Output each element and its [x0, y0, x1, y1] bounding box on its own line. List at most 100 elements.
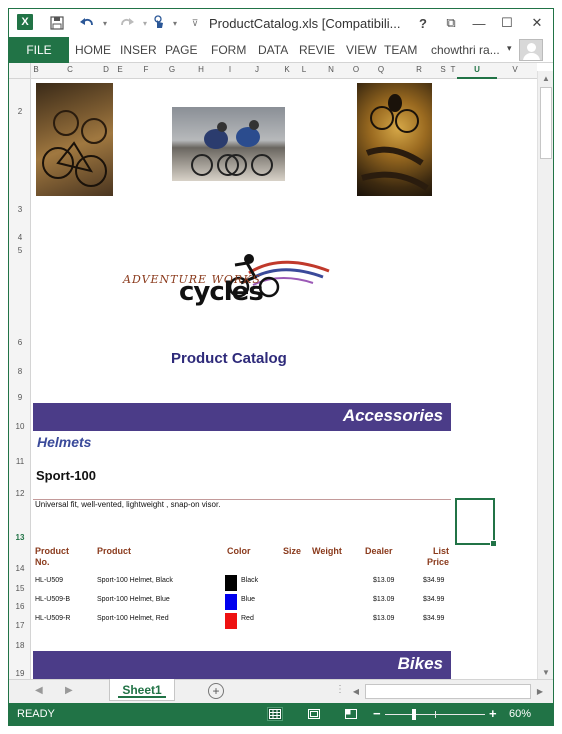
row-header[interactable]: 3 — [9, 205, 31, 214]
color-swatch-blue[interactable] — [225, 594, 237, 610]
sheet-tab-sheet1[interactable]: Sheet1 — [109, 679, 175, 701]
user-avatar[interactable] — [519, 39, 543, 61]
horizontal-scrollbar[interactable] — [365, 684, 531, 699]
color-swatch-red[interactable] — [225, 613, 237, 629]
tab-team[interactable]: TEAM — [384, 43, 417, 57]
cell-dealer[interactable]: $13.09 — [373, 615, 394, 622]
column-header-selected[interactable]: U — [457, 65, 497, 79]
tab-review[interactable]: REVIE — [299, 43, 335, 57]
header-color[interactable]: Color — [227, 546, 251, 557]
cyclists-racing-photo[interactable] — [172, 107, 285, 181]
tab-split-handle-icon[interactable]: ⋮ — [335, 684, 345, 695]
select-all-corner[interactable] — [9, 63, 31, 79]
active-cell-selection[interactable] — [455, 498, 497, 547]
ribbon-display-options-icon[interactable]: ⧉ — [437, 13, 465, 33]
column-header[interactable]: I — [223, 65, 237, 74]
header-list-price[interactable]: List Price — [423, 546, 449, 568]
row-header[interactable]: 4 — [9, 233, 31, 242]
save-icon[interactable] — [47, 13, 67, 33]
column-header[interactable]: G — [165, 65, 179, 74]
scroll-right-arrow-icon[interactable]: ▶ — [533, 684, 547, 699]
cell-product[interactable]: Sport-100 Helmet, Blue — [97, 596, 170, 603]
row-header[interactable]: 14 — [9, 564, 31, 573]
cell-color[interactable]: Black — [241, 577, 258, 584]
tab-view[interactable]: VIEW — [346, 43, 377, 57]
vertical-scrollbar[interactable]: ▲ ▼ — [537, 71, 553, 679]
row-header[interactable]: 15 — [9, 584, 31, 593]
new-sheet-button[interactable]: + — [208, 683, 224, 699]
undo-icon[interactable] — [77, 13, 97, 33]
next-sheet-icon[interactable]: ▶ — [65, 685, 73, 696]
row-header-selected[interactable]: 13 — [9, 533, 31, 542]
cell-product[interactable]: Sport-100 Helmet, Red — [97, 615, 169, 622]
close-button[interactable]: ✕ — [523, 13, 551, 33]
row-header[interactable]: 8 — [9, 367, 31, 376]
cell-product-no[interactable]: HL-U509 — [35, 577, 63, 584]
adventure-works-logo[interactable]: ADVENTURE WORKS cycles — [123, 247, 333, 317]
worksheet-grid[interactable]: ADVENTURE WORKS cycles Product Catalog A… — [31, 79, 537, 679]
cell-color[interactable]: Blue — [241, 596, 255, 603]
redo-icon[interactable] — [117, 13, 137, 33]
header-product[interactable]: Product — [97, 546, 131, 557]
header-product-no[interactable]: Product No. — [35, 546, 69, 568]
normal-view-icon[interactable] — [267, 707, 283, 721]
column-header[interactable]: L — [297, 65, 311, 74]
cell-product-no[interactable]: HL-U509-B — [35, 596, 70, 603]
page-layout-view-icon[interactable] — [306, 707, 322, 721]
column-header[interactable]: J — [237, 65, 277, 74]
tab-file[interactable]: FILE — [9, 37, 69, 63]
column-header[interactable]: O — [351, 65, 361, 74]
help-button[interactable]: ? — [409, 13, 437, 33]
row-header[interactable]: 2 — [9, 107, 31, 116]
cell-list-price[interactable]: $34.99 — [423, 577, 444, 584]
zoom-out-button[interactable]: − — [373, 706, 381, 721]
color-swatch-black[interactable] — [225, 575, 237, 591]
row-header[interactable]: 19 — [9, 669, 31, 678]
column-header[interactable]: D — [99, 65, 113, 74]
cell-product[interactable]: Sport-100 Helmet, Black — [97, 577, 173, 584]
column-header[interactable]: K — [277, 65, 297, 74]
scroll-down-arrow-icon[interactable]: ▼ — [538, 665, 554, 679]
cyclists-sunset-photo[interactable] — [357, 83, 432, 196]
user-dropdown-icon[interactable]: ▾ — [507, 43, 512, 54]
tab-home[interactable]: HOME — [75, 43, 111, 57]
user-account-name[interactable]: chowthri ra... — [431, 43, 500, 57]
row-header[interactable]: 12 — [9, 489, 31, 498]
row-header[interactable]: 5 — [9, 246, 31, 255]
touch-dropdown-icon[interactable]: ▾ — [165, 13, 185, 33]
vertical-scroll-thumb[interactable] — [540, 87, 552, 159]
row-header[interactable]: 10 — [9, 422, 31, 431]
maximize-button[interactable]: ☐ — [493, 13, 521, 33]
product-name[interactable]: Sport-100 — [36, 468, 96, 483]
cell-list-price[interactable]: $34.99 — [423, 596, 444, 603]
header-dealer[interactable]: Dealer — [365, 546, 393, 557]
column-header[interactable]: V — [497, 65, 533, 74]
column-header[interactable]: T — [449, 65, 457, 74]
tab-formulas[interactable]: FORM — [211, 43, 246, 57]
row-header[interactable]: 17 — [9, 621, 31, 630]
scroll-left-arrow-icon[interactable]: ◀ — [349, 684, 363, 699]
cell-dealer[interactable]: $13.09 — [373, 596, 394, 603]
header-weight[interactable]: Weight — [312, 546, 342, 557]
column-header[interactable]: Q — [361, 65, 401, 74]
cell-list-price[interactable]: $34.99 — [423, 615, 444, 622]
cell-dealer[interactable]: $13.09 — [373, 577, 394, 584]
row-header[interactable]: 18 — [9, 641, 31, 650]
zoom-slider-thumb[interactable] — [412, 709, 416, 720]
column-header[interactable]: H — [179, 65, 223, 74]
column-header[interactable]: C — [41, 65, 99, 74]
column-header[interactable]: R — [401, 65, 437, 74]
tab-page-layout[interactable]: PAGE — [165, 43, 197, 57]
section-band-accessories[interactable]: Accessories — [33, 403, 451, 431]
cell-product-no[interactable]: HL-U509-R — [35, 615, 70, 622]
excel-app-icon[interactable]: X — [17, 14, 33, 30]
column-header[interactable]: B — [31, 65, 41, 74]
page-break-preview-icon[interactable] — [343, 707, 359, 721]
row-header[interactable]: 11 — [9, 457, 31, 466]
row-header[interactable]: 6 — [9, 338, 31, 347]
customize-toolbar-icon[interactable]: ⊽ — [185, 13, 205, 33]
row-header[interactable]: 16 — [9, 602, 31, 611]
previous-sheet-icon[interactable]: ◀ — [35, 685, 43, 696]
column-header[interactable]: S — [437, 65, 449, 74]
subsection-title-helmets[interactable]: Helmets — [37, 434, 91, 450]
